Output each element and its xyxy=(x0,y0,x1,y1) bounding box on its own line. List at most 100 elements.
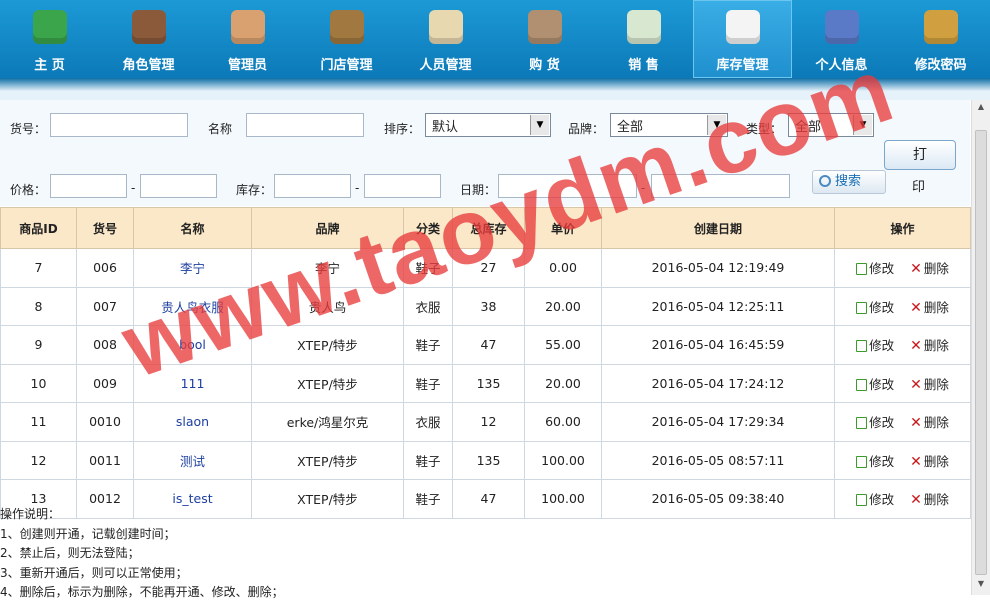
nav-item-1[interactable]: 角色管理 xyxy=(99,0,198,78)
cell-id: 7 xyxy=(0,248,77,288)
delete-button[interactable]: ✕ 删除 xyxy=(910,338,949,355)
brand-select[interactable]: 全部 ▼ xyxy=(610,113,728,137)
person-card-icon xyxy=(428,10,463,44)
cell-sku: 009 xyxy=(76,363,134,403)
cell-name[interactable]: 111 xyxy=(133,363,252,403)
search-button-label: 搜索 xyxy=(835,174,862,189)
table-row: 9 008 bool XTEP/特步 鞋子 47 55.00 2016-05-04 16:45… xyxy=(0,325,971,365)
edit-label: 修改 xyxy=(869,376,895,392)
cell-date: 2016-05-04 16:45:59 xyxy=(601,325,835,365)
clipboard-icon xyxy=(527,10,562,44)
edit-icon xyxy=(856,263,868,276)
cell-name[interactable]: 李宁 xyxy=(133,248,252,288)
nav-item-7[interactable]: 库存管理 xyxy=(693,0,792,78)
delete-button[interactable]: ✕ 删除 xyxy=(910,454,949,470)
cell-date: 2016-05-04 12:19:49 xyxy=(601,248,835,288)
stock-max-input[interactable] xyxy=(364,174,441,198)
delete-button[interactable]: ✕ 删除 xyxy=(910,300,949,316)
edit-button[interactable]: 修改 xyxy=(856,415,894,430)
edit-icon xyxy=(856,340,868,353)
chevron-down-icon[interactable]: ▼ xyxy=(853,115,872,135)
stock-min-input[interactable] xyxy=(274,174,351,198)
price-dash: - xyxy=(131,181,136,195)
scroll-thumb[interactable] xyxy=(975,130,987,575)
close-icon: ✕ xyxy=(910,415,922,432)
column-header: 货号 xyxy=(76,207,134,249)
edit-icon xyxy=(856,417,868,430)
delete-button[interactable]: ✕ 删除 xyxy=(910,376,949,393)
cell-brand: erke/鸿星尔克 xyxy=(251,402,404,442)
cell-price: 55.00 xyxy=(524,325,602,365)
notes-line: 4、删除后，标示为删除，不能再开通、修改、删除； xyxy=(0,585,284,599)
name-label: 名称 xyxy=(208,122,233,136)
name-input[interactable] xyxy=(246,113,364,137)
edit-button[interactable]: 修改 xyxy=(856,300,894,315)
nav-item-label: 库存管理 xyxy=(716,58,769,73)
cell-category: 衣服 xyxy=(403,402,453,442)
notes-line: 2、禁止后，则无法登陆； xyxy=(0,546,140,560)
chart-doc-icon xyxy=(626,10,661,44)
edit-button[interactable]: 修改 xyxy=(856,454,894,469)
nav-item-6[interactable]: 销 售 xyxy=(594,0,693,78)
cell-actions: 修改 ✕ 删除 xyxy=(834,440,971,480)
edit-icon xyxy=(856,301,868,314)
table-row: 7 006 李宁 李宁 鞋子 27 0.00 2016-05-04 12:19:49 修改 ✕ 删… xyxy=(0,248,971,288)
edit-button[interactable]: 修改 xyxy=(856,261,894,276)
delete-button[interactable]: ✕ 删除 xyxy=(910,261,949,277)
type-select[interactable]: 全部 ▼ xyxy=(788,113,874,137)
print-button[interactable]: 打 xyxy=(884,140,956,170)
close-icon: ✕ xyxy=(910,338,922,355)
cell-category: 鞋子 xyxy=(403,363,453,403)
table-row: 12 0011 测试 XTEP/特步 鞋子 135 100.00 2016-05-05 08:… xyxy=(0,440,971,480)
cell-name[interactable]: slaon xyxy=(133,402,252,442)
cell-price: 100.00 xyxy=(524,440,602,480)
edit-button[interactable]: 修改 xyxy=(856,338,894,353)
cell-brand: 李宁 xyxy=(251,248,404,288)
cell-price: 20.00 xyxy=(524,363,602,403)
cell-stock: 27 xyxy=(452,248,525,288)
sort-select[interactable]: 默认 ▼ xyxy=(425,113,551,137)
edit-button[interactable]: 修改 xyxy=(856,377,894,392)
cell-brand: 贵人鸟 xyxy=(251,286,404,326)
nav-item-9[interactable]: 修改密码 xyxy=(891,0,990,78)
date-end-input[interactable] xyxy=(651,174,790,198)
nav-item-label: 主 页 xyxy=(34,58,65,73)
table-row: 10 009 111 XTEP/特步 鞋子 135 20.00 2016-05-04 17:2… xyxy=(0,363,971,403)
cell-name[interactable]: 贵人鸟衣服 xyxy=(133,286,252,326)
cell-name[interactable]: bool xyxy=(133,325,252,365)
delete-button[interactable]: ✕ 删除 xyxy=(910,415,949,432)
top-navigation: 主 页 角色管理 管理员 门店管理 人员管理 购 货 销 售 库存管理 个人信息 修改密码 xyxy=(0,0,990,78)
nav-item-8[interactable]: 个人信息 xyxy=(792,0,891,78)
nav-item-label: 销 售 xyxy=(628,58,659,73)
cell-id: 12 xyxy=(0,440,77,480)
sku-label: 货号： xyxy=(10,122,47,136)
nav-item-2[interactable]: 管理员 xyxy=(198,0,297,78)
nav-item-5[interactable]: 购 货 xyxy=(495,0,594,78)
edit-label: 修改 xyxy=(869,261,895,277)
nav-item-0[interactable]: 主 页 xyxy=(0,0,99,78)
edit-label: 修改 xyxy=(869,299,895,315)
price-max-input[interactable] xyxy=(140,174,217,198)
cell-id: 8 xyxy=(0,286,77,326)
scroll-up-icon[interactable]: ▲ xyxy=(974,102,988,116)
column-header: 分类 xyxy=(403,207,453,249)
cell-id: 9 xyxy=(0,325,77,365)
cell-stock: 135 xyxy=(452,440,525,480)
search-button[interactable]: 搜索 xyxy=(812,170,886,194)
nav-item-4[interactable]: 人员管理 xyxy=(396,0,495,78)
vertical-scrollbar[interactable]: ▲ ▼ xyxy=(971,100,990,595)
sku-input[interactable] xyxy=(50,113,188,137)
chevron-down-icon[interactable]: ▼ xyxy=(530,115,549,135)
cell-date: 2016-05-04 17:29:34 xyxy=(601,402,835,442)
date-start-input[interactable] xyxy=(498,174,637,198)
price-min-input[interactable] xyxy=(50,174,127,198)
nav-item-label: 角色管理 xyxy=(122,58,175,73)
column-header: 名称 xyxy=(133,207,252,249)
brand-select-value: 全部 xyxy=(617,120,644,135)
nav-item-3[interactable]: 门店管理 xyxy=(297,0,396,78)
column-header: 单价 xyxy=(524,207,602,249)
cell-name[interactable]: 测试 xyxy=(133,440,252,480)
close-icon: ✕ xyxy=(910,376,922,393)
chevron-down-icon[interactable]: ▼ xyxy=(707,115,726,135)
scroll-down-icon[interactable]: ▼ xyxy=(974,579,988,593)
